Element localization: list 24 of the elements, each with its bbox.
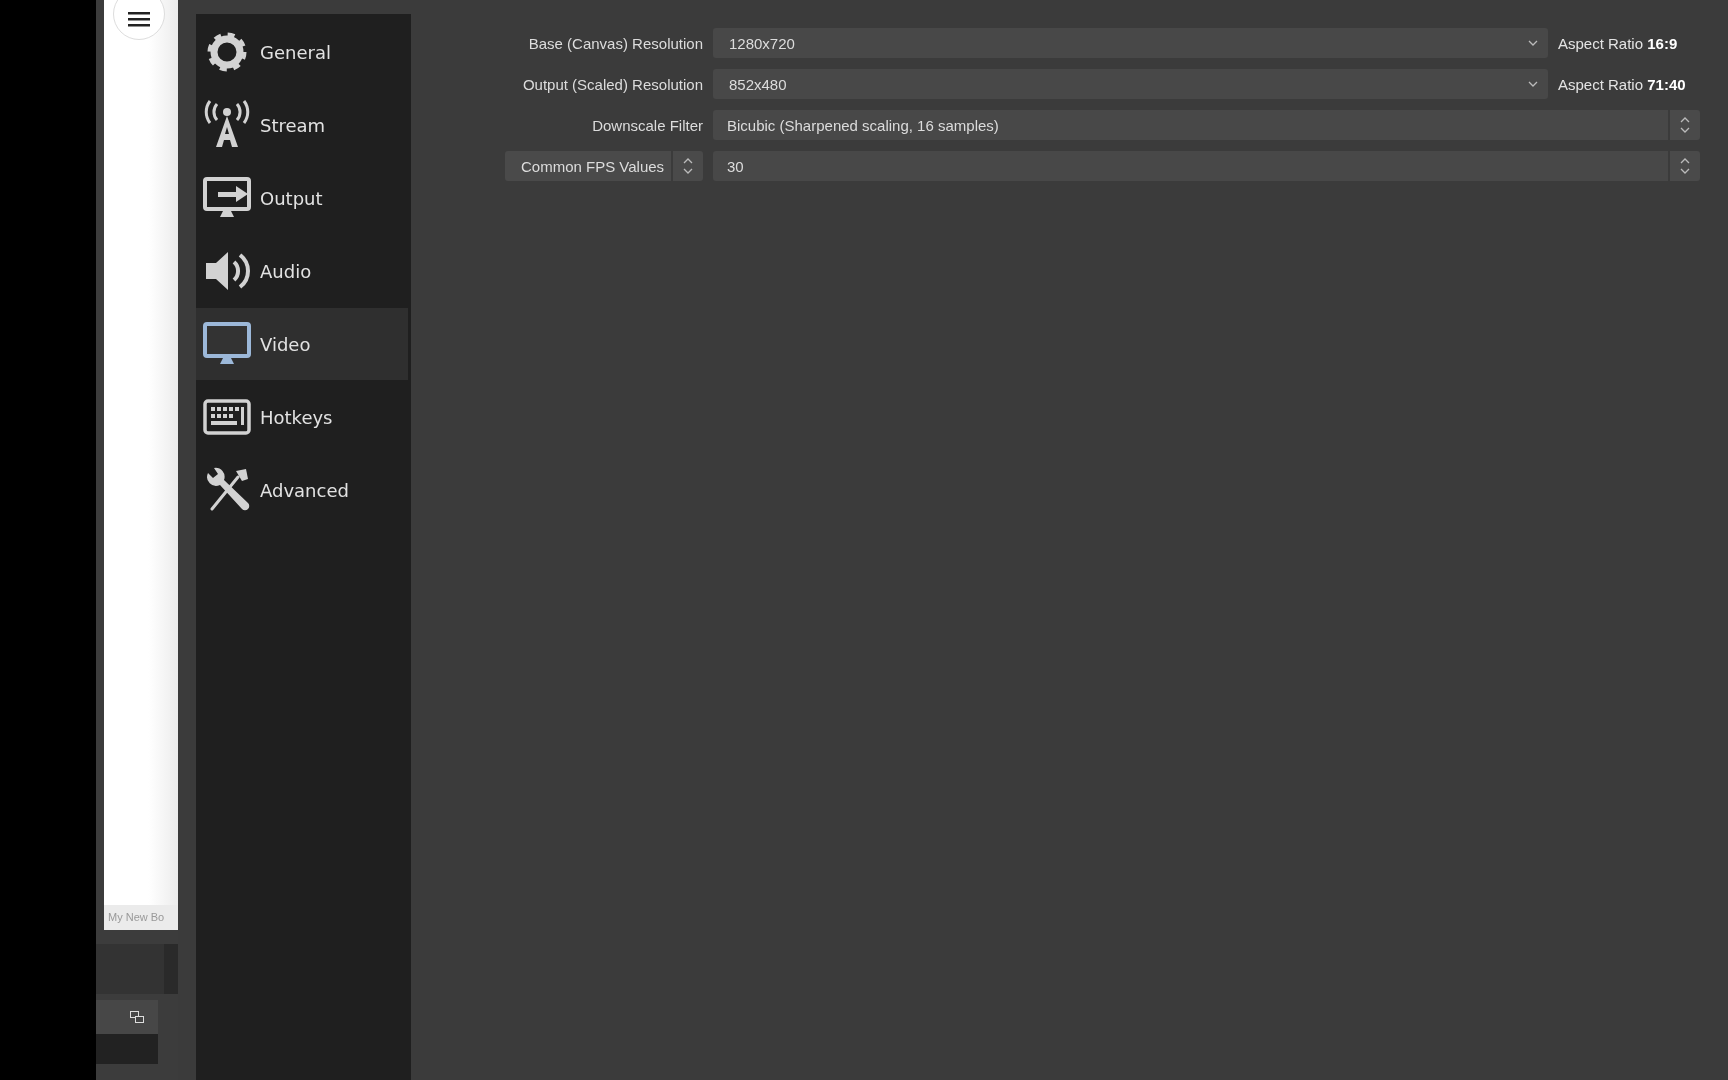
sidebar-item[interactable]: Hotkeys: [196, 381, 408, 453]
field-label: Base (Canvas) Resolution: [527, 34, 703, 52]
spin-arrows-icon: [683, 157, 693, 175]
spin-arrows-icon: [1680, 116, 1690, 134]
sidebar-item[interactable]: Advanced: [196, 454, 408, 526]
spin-arrows-icon: [1680, 157, 1690, 175]
sidebar-item[interactable]: Audio: [196, 235, 408, 307]
antenna-icon: [202, 100, 252, 150]
sidebar-item[interactable]: General: [196, 16, 408, 88]
field-label: Downscale Filter: [591, 116, 703, 134]
aspect-ratio-text: Aspect Ratio 71:40: [1558, 75, 1687, 93]
chevron-down-icon: [1528, 39, 1538, 47]
sidebar-item[interactable]: Stream: [196, 89, 408, 161]
menu-button[interactable]: [113, 0, 165, 40]
menu-icon: [128, 11, 150, 27]
sidebar-item[interactable]: Video: [196, 308, 408, 380]
list-row: [96, 1034, 158, 1064]
field-label: Output (Scaled) Resolution: [521, 75, 703, 93]
restore-icon[interactable]: [130, 1011, 144, 1023]
resolution-dropdown[interactable]: 852x480: [713, 69, 1548, 99]
sidebar-item[interactable]: Output: [196, 162, 408, 234]
chevron-down-icon: [1528, 80, 1538, 88]
aspect-ratio-text: Aspect Ratio 16:9: [1558, 34, 1679, 52]
resolution-dropdown[interactable]: 1280x720: [713, 28, 1548, 58]
